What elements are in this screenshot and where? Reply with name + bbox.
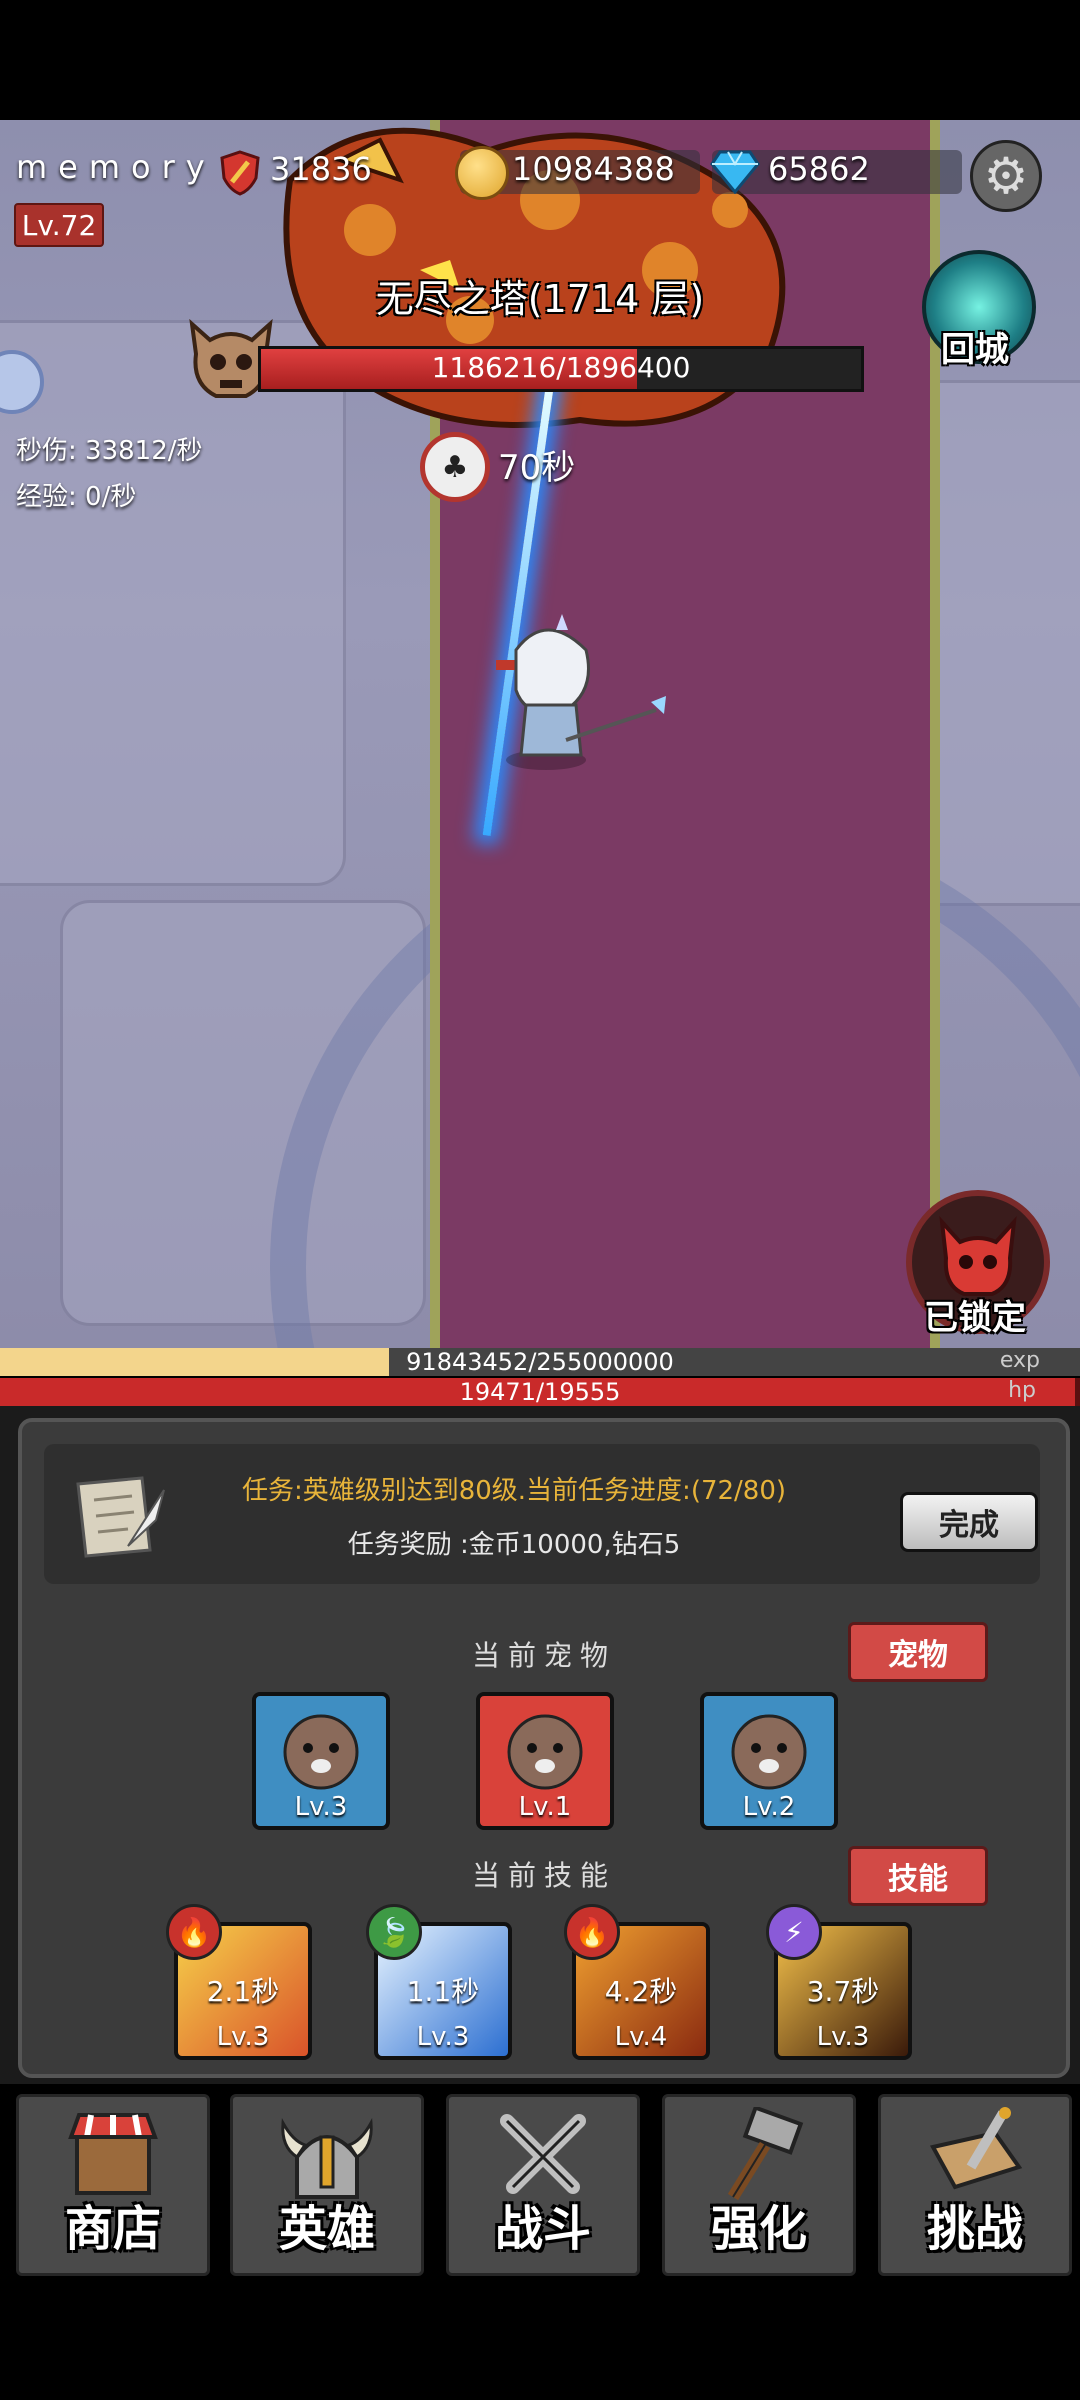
settings-gear-icon[interactable]: ⚙ (970, 140, 1042, 212)
nav-upgrade[interactable]: 强化 (662, 2094, 856, 2276)
fire-icon: 🔥 (564, 1904, 620, 1960)
skill-cooldown: 1.1秒 (406, 1975, 480, 2008)
nav-battle[interactable]: 战斗 (446, 2094, 640, 2276)
skill-level: Lv.3 (216, 2022, 270, 2052)
pet-level: Lv.2 (742, 1792, 796, 1822)
skill-level: Lv.4 (614, 2022, 668, 2052)
locked-label[interactable]: 已锁定 (900, 1290, 1050, 1339)
player-name: memory (16, 148, 216, 186)
nav-challenge-label: 挑战 (926, 2201, 1023, 2257)
pet-card[interactable]: Lv.2 (700, 1692, 838, 1830)
leaf-icon: 🍃 (366, 1904, 422, 1960)
pets-button[interactable]: 宠物 (848, 1622, 988, 1682)
exp-bar-text: 91843452/255000000 (406, 1348, 674, 1376)
gold-value: 10984388 (512, 150, 675, 188)
lightning-icon: ⚡ (766, 1904, 822, 1960)
skill-cooldown: 3.7秒 (806, 1975, 880, 2008)
return-city-button[interactable]: 回城 (922, 322, 1028, 371)
diamond-icon (710, 150, 760, 194)
hero-character (496, 614, 666, 770)
exp-rate-stat: 经验: 0/秒 (16, 482, 137, 512)
scroll-quill-icon (76, 1476, 165, 1558)
gold-coin-icon (455, 146, 509, 200)
nav-shop-label: 商店 (64, 2201, 161, 2257)
stage-title: 无尽之塔(1714 层) (375, 277, 705, 321)
nav-battle-label: 战斗 (494, 2201, 591, 2257)
pet-level: Lv.3 (294, 1792, 348, 1822)
task-box: 任务:英雄级别达到80级.当前任务进度:(72/80) 任务奖励 :金币1000… (44, 1444, 1040, 1584)
nav-hero-label: 英雄 (278, 2201, 375, 2257)
skill-level: Lv.3 (416, 2022, 470, 2052)
timer-icon: ♣ (420, 432, 490, 502)
skill-level: Lv.3 (816, 2022, 870, 2052)
nav-shop[interactable]: 商店 (16, 2094, 210, 2276)
complete-task-button[interactable]: 完成 (900, 1492, 1038, 1552)
skills-button[interactable]: 技能 (848, 1846, 988, 1906)
boss-hp-text: 1186216/1896400 (431, 351, 691, 384)
player-level-badge: Lv.72 (14, 203, 104, 247)
pet-card[interactable]: Lv.3 (252, 1692, 390, 1830)
diamond-value: 65862 (768, 150, 870, 188)
hp-bar-tag: hp (1008, 1378, 1036, 1403)
exp-bar: 91843452/255000000 exp (0, 1348, 1080, 1376)
power-value: 31836 (270, 150, 372, 188)
fire-icon: 🔥 (166, 1904, 222, 1960)
task-text: 任务:英雄级别达到80级.当前任务进度:(72/80) (241, 1476, 787, 1506)
system-nav-area (0, 2280, 1080, 2400)
boss-hp-bar: 1186216/1896400 (258, 346, 864, 392)
info-panel: 任务:英雄级别达到80级.当前任务进度:(72/80) 任务奖励 :金币1000… (18, 1418, 1070, 2078)
hp-bar-text: 19471/19555 (459, 1378, 621, 1406)
skill-cooldown: 2.1秒 (206, 1975, 280, 2008)
exp-bar-tag: exp (999, 1348, 1040, 1373)
dps-stat: 秒伤: 33812/秒 (16, 436, 203, 466)
pet-level: Lv.1 (518, 1792, 572, 1822)
nav-challenge[interactable]: 挑战 (878, 2094, 1072, 2276)
sword-shield-icon (220, 150, 260, 196)
nav-hero[interactable]: 英雄 (230, 2094, 424, 2276)
task-reward: 任务奖励 :金币10000,钻石5 (347, 1530, 681, 1560)
pet-card[interactable]: Lv.1 (476, 1692, 614, 1830)
nav-upgrade-label: 强化 (710, 2201, 807, 2257)
timer-text: 70秒 (498, 448, 576, 488)
skill-cooldown: 4.2秒 (604, 1975, 678, 2008)
hp-bar: 19471/19555 hp (0, 1378, 1080, 1406)
